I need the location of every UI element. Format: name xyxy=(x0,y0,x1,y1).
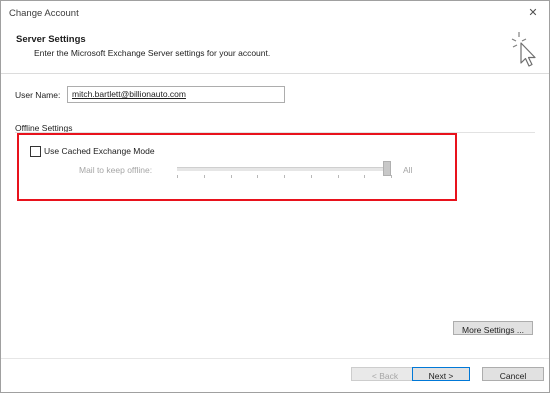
cursor-click-icon xyxy=(511,32,536,67)
header-divider xyxy=(1,73,549,74)
slider-tick xyxy=(177,175,178,178)
mail-offline-slider-value: All xyxy=(403,165,413,175)
slider-tick xyxy=(364,175,366,178)
user-name-label: User Name: xyxy=(15,90,61,100)
next-button[interactable]: Next > xyxy=(412,367,470,381)
change-account-dialog: Change Account ✕ Server Settings Enter t… xyxy=(0,0,550,393)
header-title: Server Settings xyxy=(16,34,86,45)
title-bar: Change Account ✕ xyxy=(1,1,549,25)
slider-tick xyxy=(257,175,259,178)
mail-offline-slider-label: Mail to keep offline: xyxy=(79,165,153,175)
cancel-button[interactable]: Cancel xyxy=(482,367,544,381)
mail-offline-slider-ticks xyxy=(177,175,392,179)
user-name-field[interactable]: mitch.bartlett@billionauto.com xyxy=(67,86,285,103)
more-settings-button[interactable]: More Settings ... xyxy=(453,321,533,335)
slider-tick xyxy=(391,175,392,178)
header-subtitle: Enter the Microsoft Exchange Server sett… xyxy=(34,48,271,58)
window-title: Change Account xyxy=(9,8,79,19)
mail-offline-slider-track[interactable] xyxy=(177,167,391,171)
close-icon[interactable]: ✕ xyxy=(525,5,541,21)
footer-divider xyxy=(1,358,549,359)
slider-tick xyxy=(230,175,232,178)
slider-tick xyxy=(284,175,285,178)
back-button[interactable]: < Back xyxy=(351,367,419,381)
mail-offline-slider-thumb[interactable] xyxy=(383,161,391,176)
slider-tick xyxy=(337,175,339,178)
cached-exchange-mode-label[interactable]: Use Cached Exchange Mode xyxy=(44,146,155,156)
slider-tick xyxy=(310,175,312,178)
slider-tick xyxy=(203,175,205,178)
cached-exchange-mode-checkbox[interactable] xyxy=(30,146,41,157)
header-panel: Server Settings Enter the Microsoft Exch… xyxy=(1,25,549,73)
